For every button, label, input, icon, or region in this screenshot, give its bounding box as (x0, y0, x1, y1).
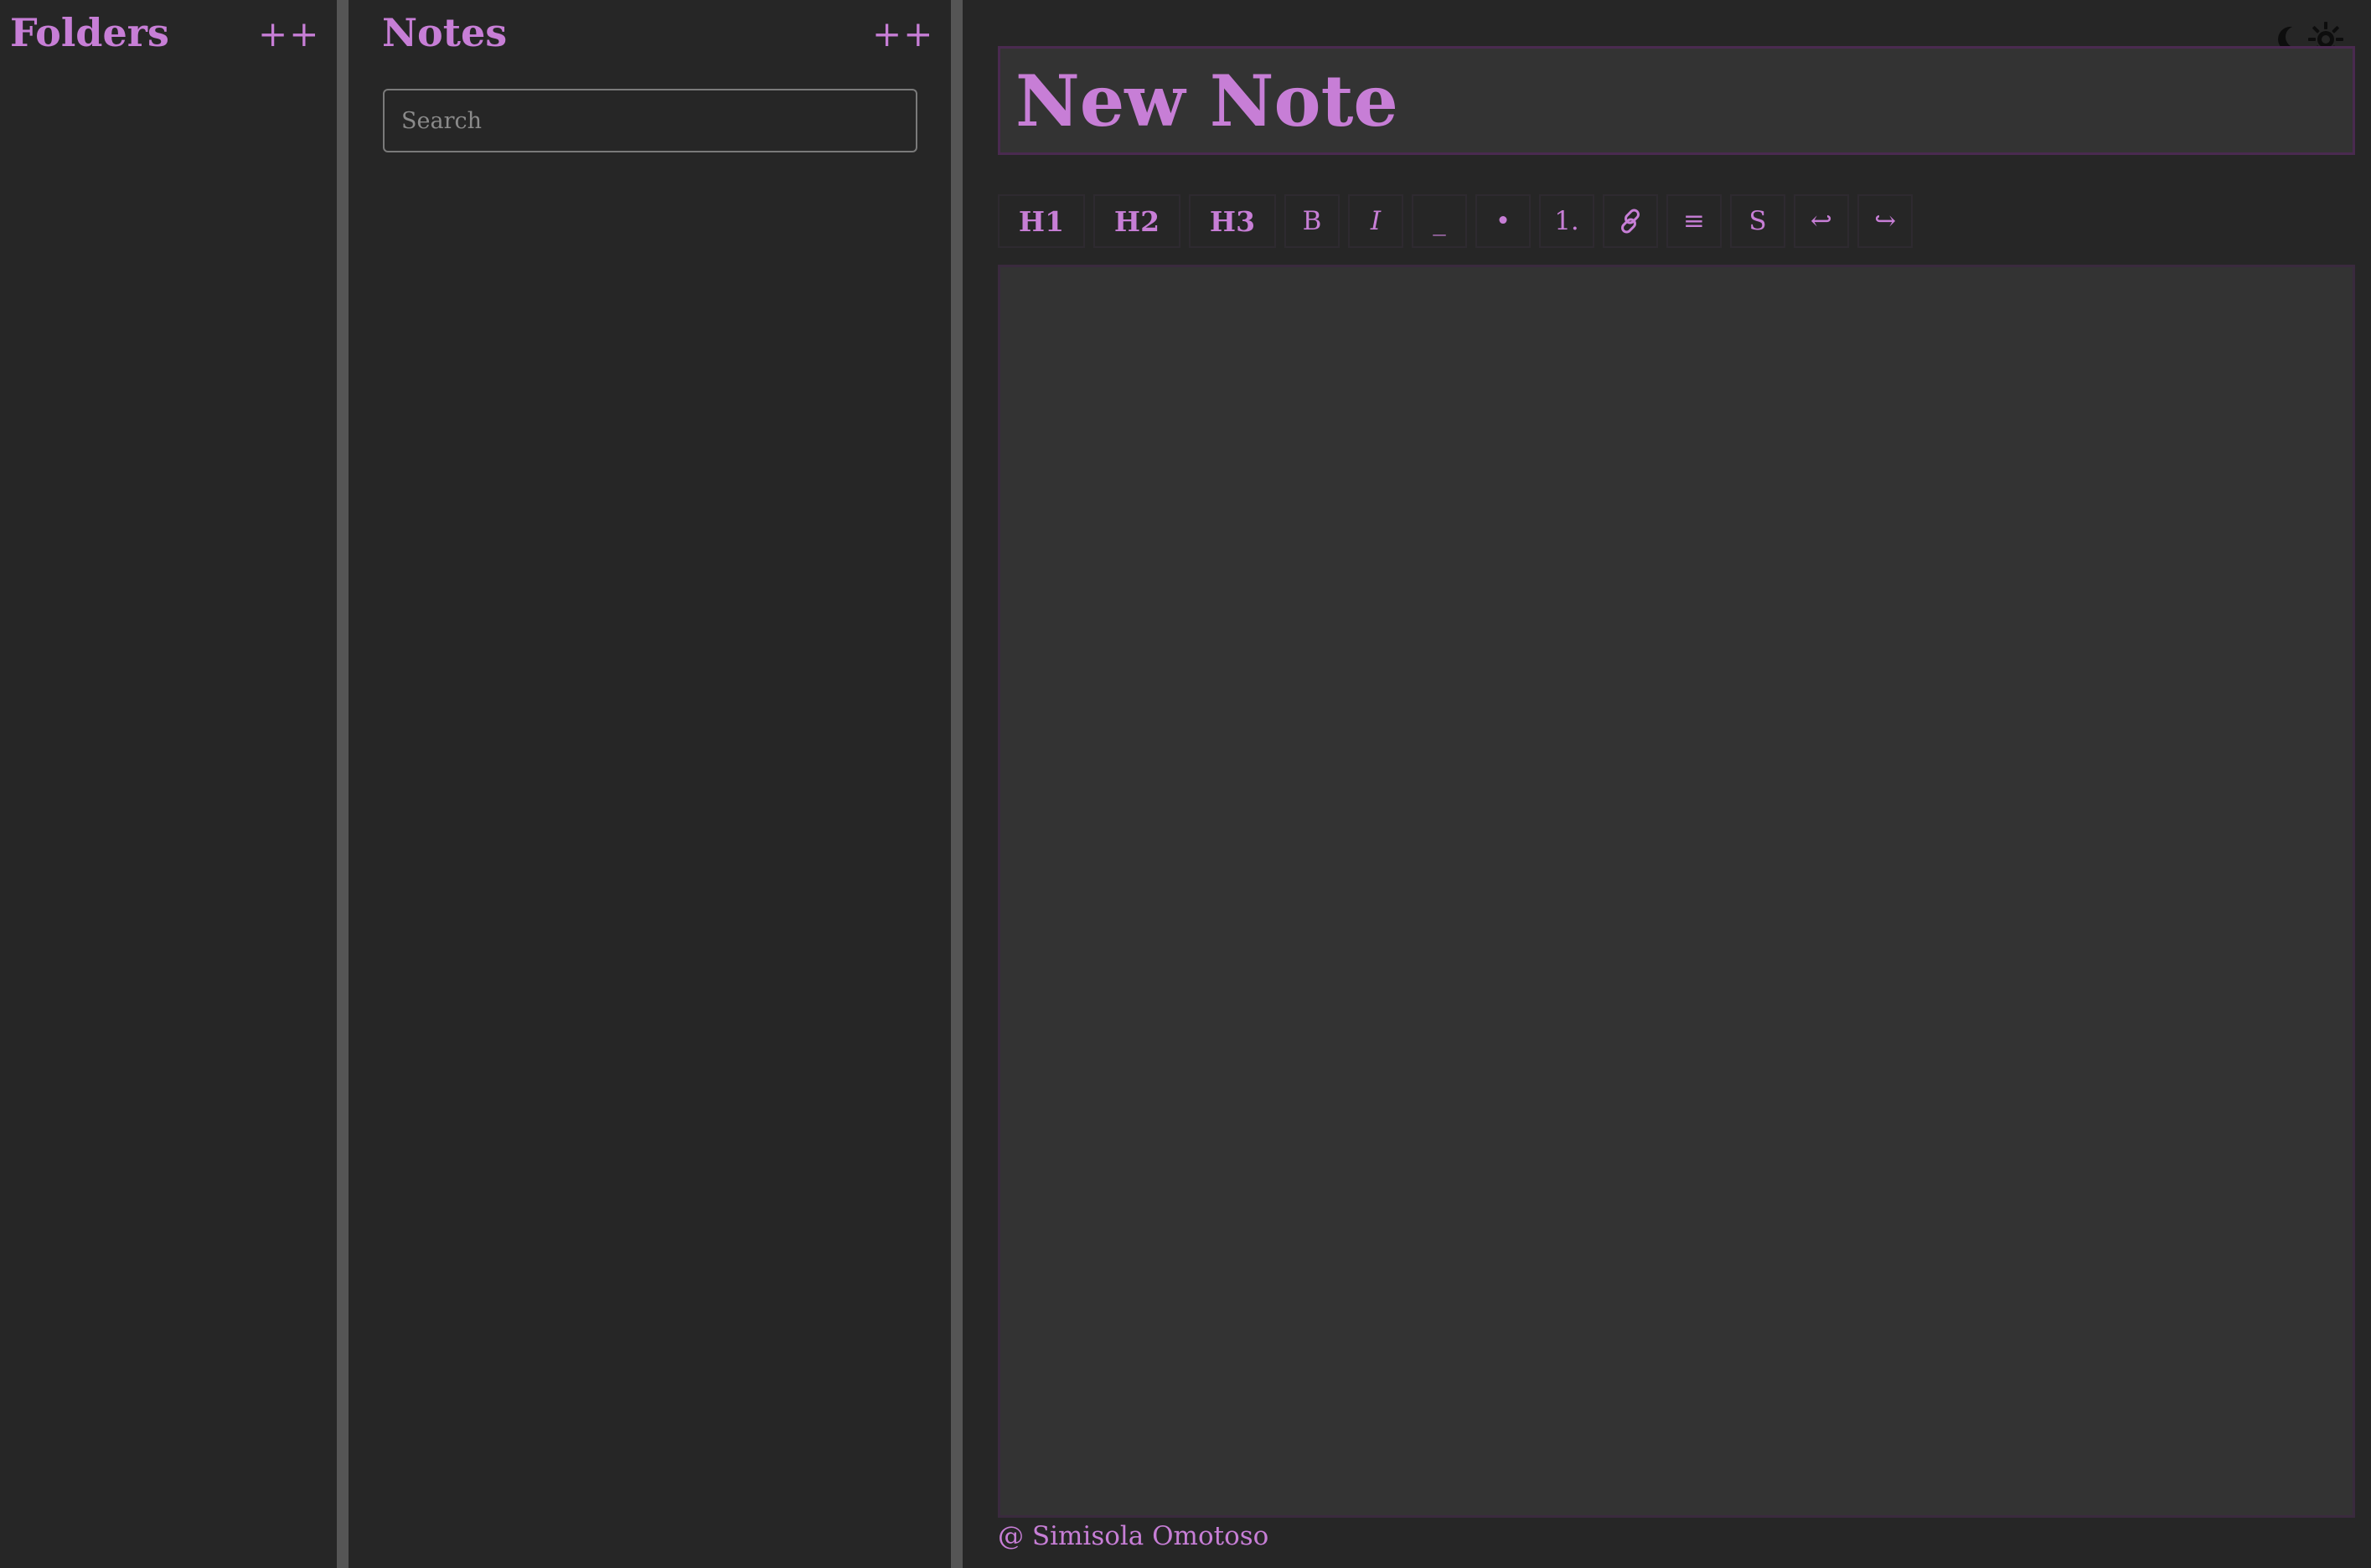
align-button[interactable]: ≡ (1666, 194, 1722, 248)
note-title-input[interactable] (998, 46, 2355, 155)
heading2-button[interactable]: H2 (1093, 194, 1180, 248)
editor-panel: H1 H2 H3 B I _ • 1. ≡ S ↩ (963, 0, 2371, 1568)
folders-panel: Folders ++ (0, 0, 337, 1568)
heading3-button[interactable]: H3 (1189, 194, 1276, 248)
link-icon (1616, 207, 1645, 235)
add-folder-button[interactable]: ++ (258, 17, 320, 52)
notes-title: Notes (382, 10, 508, 55)
footer-credit: @ Simisola Omotoso (998, 1521, 1269, 1551)
redo-button[interactable]: ↪ (1857, 194, 1913, 248)
note-body-editor[interactable] (998, 265, 2355, 1518)
formatting-toolbar: H1 H2 H3 B I _ • 1. ≡ S ↩ ↪ (998, 191, 1921, 251)
italic-button[interactable]: I (1348, 194, 1403, 248)
link-button[interactable] (1603, 194, 1658, 248)
underline-button[interactable]: _ (1412, 194, 1467, 248)
bullet-list-button[interactable]: • (1475, 194, 1531, 248)
search-input[interactable] (383, 89, 917, 152)
notes-editor-divider[interactable] (951, 0, 963, 1568)
notes-panel: Notes ++ (349, 0, 951, 1568)
folders-title: Folders (10, 10, 169, 55)
undo-button[interactable]: ↩ (1794, 194, 1849, 248)
heading1-button[interactable]: H1 (998, 194, 1085, 248)
notes-app: Folders ++ Notes ++ Search New Note H1 H… (0, 0, 2371, 1568)
add-note-button[interactable]: ++ (872, 17, 934, 52)
strikethrough-button[interactable]: S (1730, 194, 1785, 248)
folders-notes-divider[interactable] (337, 0, 349, 1568)
ordered-list-button[interactable]: 1. (1539, 194, 1594, 248)
bold-button[interactable]: B (1284, 194, 1340, 248)
